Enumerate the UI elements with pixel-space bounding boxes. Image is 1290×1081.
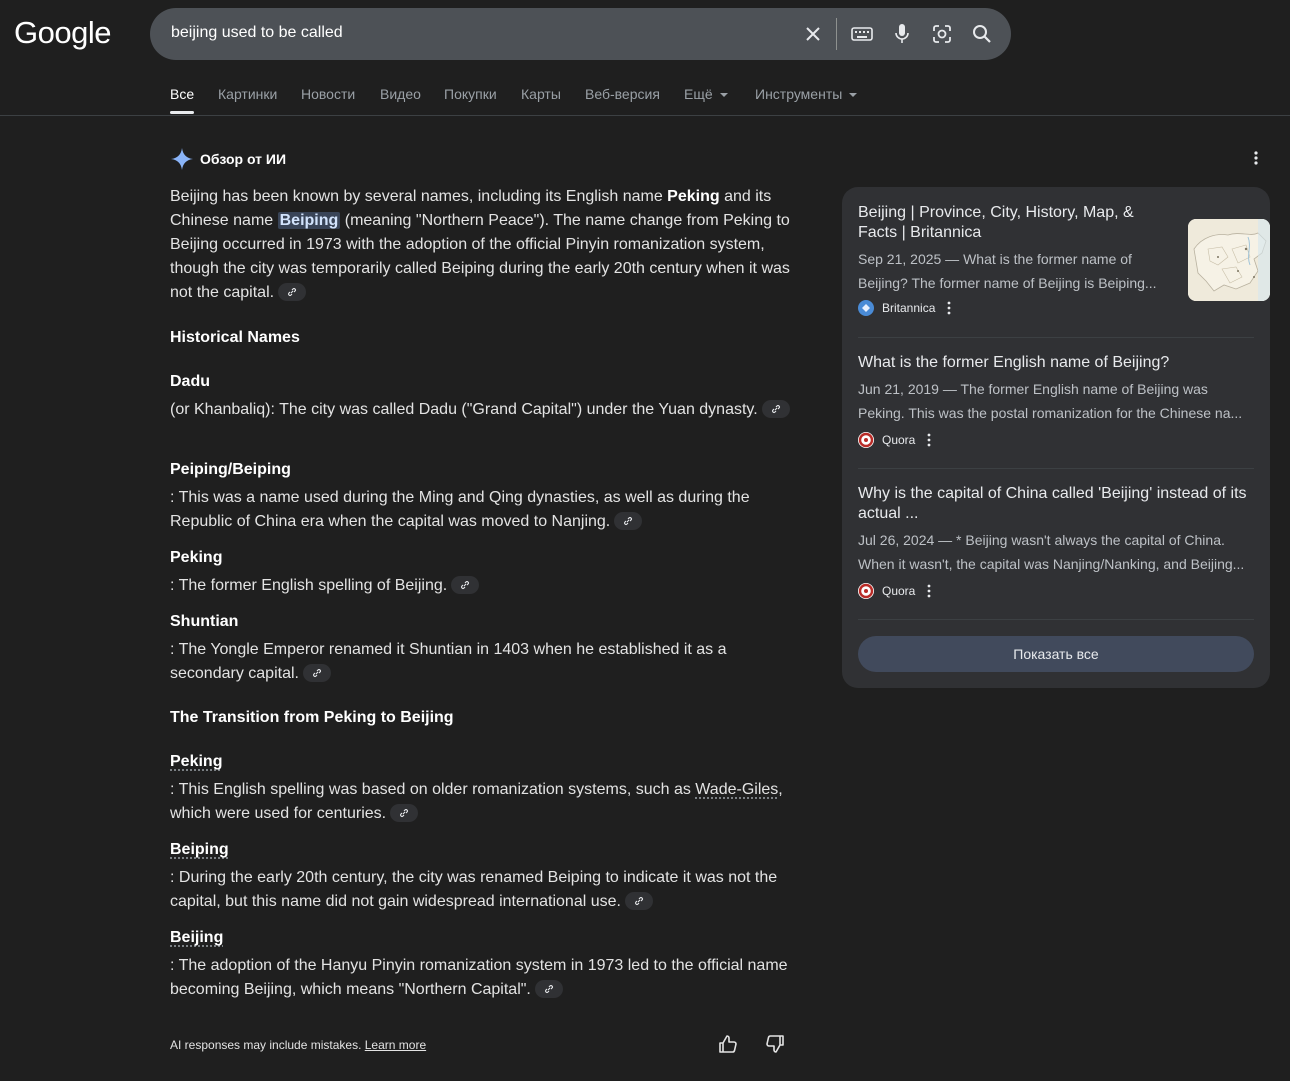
microphone-icon[interactable] (889, 21, 915, 47)
tab-more-label: Ещё (684, 86, 713, 102)
more-options-icon[interactable] (927, 433, 931, 447)
source-snippet: Sep 21, 2025 — What is the former name o… (858, 251, 1132, 267)
source-site-name: Britannica (882, 301, 936, 315)
intro-highlight-beiping[interactable]: Beiping (277, 212, 341, 229)
tab-tools-label: Инструменты (755, 86, 843, 102)
more-options-icon[interactable] (947, 301, 951, 315)
section-heading-historical-names: Historical Names (170, 329, 300, 346)
search-icon[interactable] (969, 21, 995, 47)
transition-desc-text: : During the early 20th century, the cit… (170, 869, 778, 910)
header-divider (0, 115, 1290, 116)
source-snippet: Jun 21, 2019 — The former English name o… (858, 381, 1208, 397)
source-divider (858, 619, 1254, 620)
source-title[interactable]: Why is the capital of China called 'Beij… (858, 484, 1254, 524)
tab-tools[interactable]: Инструменты (755, 86, 858, 102)
ai-intro-paragraph: Beijing has been known by several names,… (170, 185, 800, 305)
tab-all[interactable]: Все (170, 86, 194, 102)
source-card-quora-2[interactable]: Why is the capital of China called 'Beij… (858, 484, 1254, 600)
google-logo[interactable]: Google (14, 15, 111, 51)
tab-shopping[interactable]: Покупки (444, 86, 497, 102)
sparkle-icon (171, 148, 193, 170)
lens-icon[interactable] (929, 21, 955, 47)
source-divider (858, 337, 1254, 338)
sources-panel: Beijing | Province, City, History, Map, … (842, 187, 1270, 688)
learn-more-link[interactable]: Learn more (365, 1038, 426, 1052)
source-snippet: When it wasn't, the capital was Nanjing/… (858, 556, 1245, 572)
name-desc-peking: : The former English spelling of Beijing… (170, 574, 800, 598)
name-desc-text: : This was a name used during the Ming a… (170, 489, 750, 530)
ai-overview-header: Обзор от ИИ (170, 147, 286, 171)
citation-link-icon[interactable] (624, 891, 653, 910)
tab-videos[interactable]: Видео (380, 86, 421, 102)
active-tab-indicator (170, 111, 194, 114)
source-site: Britannica (858, 299, 1254, 317)
source-site-name: Quora (882, 584, 916, 598)
source-snippet: Jul 26, 2024 — * Beijing wasn't always t… (858, 532, 1225, 548)
citation-link-icon[interactable] (761, 399, 790, 418)
citation-link-icon[interactable] (534, 979, 563, 998)
source-snippet: Beijing? The former name of Beijing is B… (858, 275, 1157, 291)
chevron-down-icon (719, 93, 728, 98)
keyboard-icon[interactable] (849, 21, 875, 47)
transition-desc-beiping: : During the early 20th century, the cit… (170, 866, 800, 914)
name-desc-dadu: (or Khanbaliq): The city was called Dadu… (170, 398, 800, 422)
source-site-name: Quora (882, 433, 916, 447)
search-input[interactable]: beijing used to be called (171, 24, 343, 42)
more-options-icon[interactable] (927, 584, 931, 598)
quora-favicon (858, 432, 874, 448)
disclaimer-text: AI responses may include mistakes. (170, 1038, 365, 1052)
britannica-favicon (858, 300, 874, 316)
ai-overview-title: Обзор от ИИ (200, 151, 287, 167)
citation-link-icon[interactable] (278, 282, 307, 301)
ai-disclaimer: AI responses may include mistakes. Learn… (170, 1038, 426, 1052)
intro-bold-peking: Peking (667, 188, 720, 205)
transition-heading-beijing[interactable]: Beijing (170, 929, 223, 947)
tab-images[interactable]: Картинки (218, 86, 277, 102)
source-site: Quora (858, 431, 1254, 449)
name-desc-text: : The former English spelling of Beijing… (170, 577, 448, 594)
thumbs-down-icon[interactable] (765, 1034, 785, 1059)
intro-text-1: Beijing has been known by several names,… (170, 188, 668, 205)
citation-link-icon[interactable] (451, 575, 480, 594)
wade-giles-link[interactable]: Wade-Giles (695, 781, 778, 798)
tab-news[interactable]: Новости (301, 86, 355, 102)
name-desc-shuntian: : The Yongle Emperor renamed it Shuntian… (170, 638, 800, 686)
name-heading-peking: Peking (170, 549, 223, 566)
chevron-down-icon (849, 93, 858, 98)
transition-heading-beiping[interactable]: Beiping (170, 841, 229, 859)
clear-icon[interactable] (800, 21, 826, 47)
search-bar[interactable]: beijing used to be called (150, 8, 1011, 60)
name-heading-dadu: Dadu (170, 373, 210, 390)
transition-desc-text: : The adoption of the Hanyu Pinyin roman… (170, 957, 788, 998)
source-divider (858, 468, 1254, 469)
citation-link-icon[interactable] (390, 803, 419, 822)
more-options-icon[interactable] (1254, 150, 1258, 171)
name-heading-shuntian: Shuntian (170, 613, 239, 630)
show-all-button[interactable]: Показать все (858, 636, 1254, 672)
section-heading-transition: The Transition from Peking to Beijing (170, 709, 454, 726)
search-divider (836, 18, 837, 50)
source-site: Quora (858, 582, 1254, 600)
source-title[interactable]: Beijing | Province, City, History, Map, … (858, 203, 1158, 243)
citation-link-icon[interactable] (302, 663, 331, 682)
name-desc-text: (or Khanbaliq): The city was called Dadu… (170, 401, 758, 418)
transition-heading-peking[interactable]: Peking (170, 753, 222, 771)
source-snippet: Peking. This was the postal romanization… (858, 405, 1243, 421)
china-map-thumbnail[interactable] (1188, 219, 1270, 301)
tab-more[interactable]: Ещё (684, 86, 728, 102)
citation-link-icon[interactable] (614, 511, 643, 530)
tab-web[interactable]: Веб-версия (585, 86, 660, 102)
source-title[interactable]: What is the former English name of Beiji… (858, 353, 1254, 373)
tab-maps[interactable]: Карты (521, 86, 561, 102)
transition-desc-beijing: : The adoption of the Hanyu Pinyin roman… (170, 954, 800, 1002)
source-card-quora-1[interactable]: What is the former English name of Beiji… (858, 353, 1254, 449)
quora-favicon (858, 583, 874, 599)
name-heading-peiping: Peiping/Beiping (170, 461, 291, 478)
transition-desc-text: : This English spelling was based on old… (170, 781, 696, 798)
transition-desc-peking: : This English spelling was based on old… (170, 778, 800, 826)
source-card-britannica[interactable]: Beijing | Province, City, History, Map, … (858, 203, 1270, 317)
name-desc-peiping: : This was a name used during the Ming a… (170, 486, 800, 534)
thumbs-up-icon[interactable] (718, 1034, 738, 1059)
name-desc-text: : The Yongle Emperor renamed it Shuntian… (170, 641, 727, 682)
